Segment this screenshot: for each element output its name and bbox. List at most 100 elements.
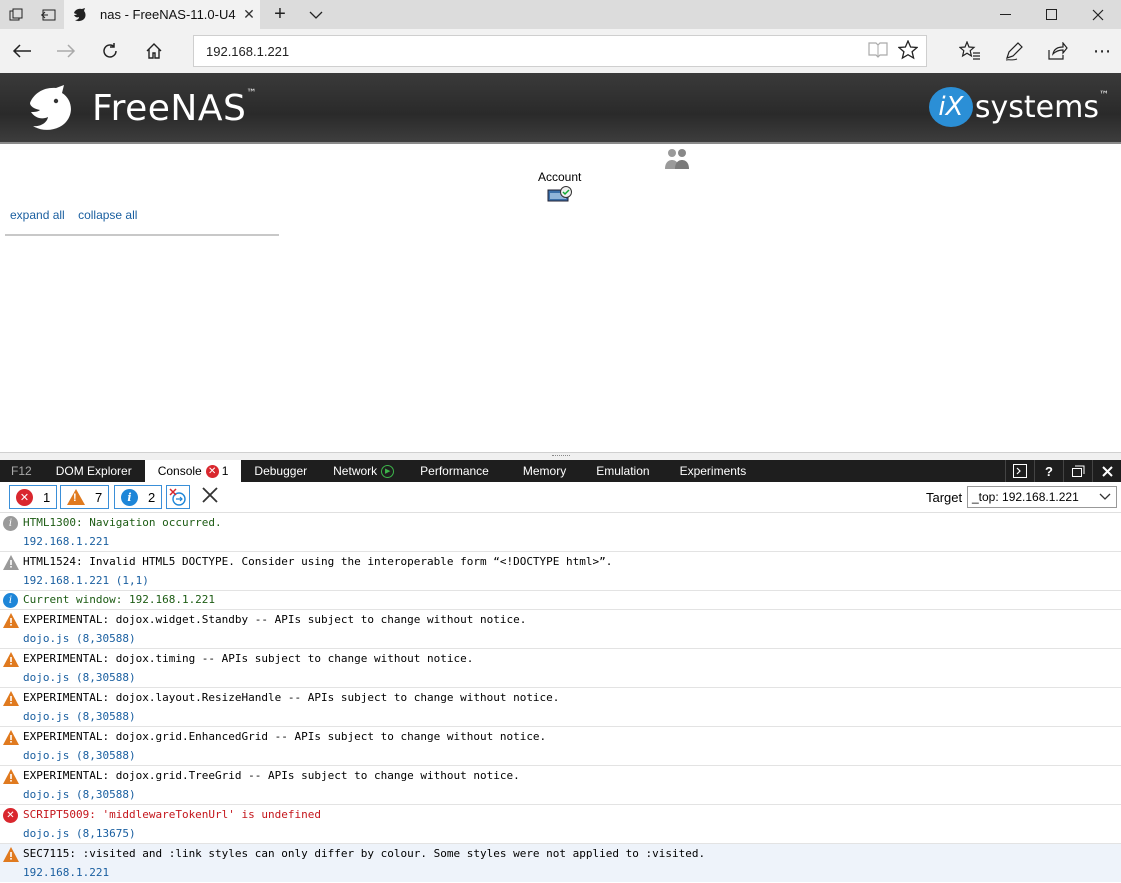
account-label: Account (538, 170, 582, 184)
favorites-hub-icon[interactable] (948, 29, 992, 73)
refresh-icon[interactable] (88, 29, 132, 73)
ix-mark: iX (928, 87, 973, 127)
account-icon (547, 186, 572, 202)
warning-triangle-icon (3, 652, 19, 667)
message-text: EXPERIMENTAL: dojox.layout.ResizeHandle … (23, 691, 560, 704)
info-icon: i (121, 488, 138, 506)
message-source-link[interactable]: dojo.js (8,13675) (23, 827, 136, 840)
tab-list-chevron-icon[interactable] (300, 0, 332, 29)
share-icon[interactable] (1036, 29, 1080, 73)
tab-close-icon[interactable]: ✕ (238, 6, 260, 23)
collapse-all-link[interactable]: collapse all (78, 208, 137, 222)
more-ellipsis-icon[interactable]: ⋯ (1080, 29, 1121, 73)
maximize-icon[interactable] (1029, 0, 1075, 29)
freenas-header: FreeNAS™ iX systems™ (0, 73, 1121, 144)
clear-on-navigate-icon (169, 488, 186, 506)
target-value: _top: 192.168.1.221 (972, 490, 1079, 504)
message-text: Current window: 192.168.1.221 (23, 593, 216, 606)
warning-triangle-icon (3, 613, 19, 628)
message-text: EXPERIMENTAL: dojox.grid.TreeGrid -- API… (23, 769, 520, 782)
address-bar[interactable]: 192.168.1.221 (193, 35, 927, 67)
message-source-link[interactable]: 192.168.1.221 (23, 535, 109, 548)
warning-triangle-icon (3, 769, 19, 784)
undock-icon[interactable] (1063, 460, 1092, 482)
console-toolbar: ✕ 1 ! 7 i 2 Target _top: 192.168.1.221 (0, 482, 1121, 513)
filter-warnings-count: 7 (95, 489, 103, 505)
console-message: ✕ SCRIPT5009: 'middlewareTokenUrl' is un… (0, 805, 1121, 844)
freenas-favicon-icon (72, 7, 88, 23)
devtools-splitter[interactable] (0, 452, 1121, 460)
tab-experiments[interactable]: Experiments (668, 460, 759, 482)
reading-view-icon[interactable] (868, 40, 888, 65)
freenas-logo: FreeNAS™ (26, 85, 257, 131)
warning-triangle-icon (3, 847, 19, 862)
tree-controls: expand all collapse all (10, 208, 147, 222)
target-select[interactable]: _top: 192.168.1.221 (967, 486, 1117, 508)
set-aside-tabs-icon[interactable] (32, 0, 64, 29)
tab-network[interactable]: Network ▶ (320, 460, 407, 482)
message-text: HTML1524: Invalid HTML5 DOCTYPE. Conside… (23, 555, 613, 568)
chevron-down-icon (1099, 489, 1111, 504)
clear-on-navigate-button[interactable] (166, 485, 190, 509)
message-text: EXPERIMENTAL: dojox.grid.EnhancedGrid --… (23, 730, 547, 743)
tab-debugger[interactable]: Debugger (241, 460, 320, 482)
expand-all-link[interactable]: expand all (10, 208, 65, 222)
users-group-icon[interactable] (664, 148, 690, 170)
console-message: i HTML1300: Navigation occurred. 192.168… (0, 513, 1121, 552)
message-text: SCRIPT5009: 'middlewareTokenUrl' is unde… (23, 808, 322, 821)
tab-manager-icon[interactable] (0, 0, 32, 29)
console-message: SEC7115: :visited and :link styles can o… (0, 844, 1121, 882)
favorite-star-icon[interactable] (897, 39, 919, 65)
message-source-link[interactable]: dojo.js (8,30588) (23, 671, 136, 684)
tab-network-label: Network (333, 464, 378, 478)
browser-title-bar: nas - FreeNAS-11.0-U4 ✕ + (0, 0, 1121, 29)
new-tab-icon[interactable]: + (260, 0, 300, 29)
message-text: EXPERIMENTAL: dojox.timing -- APIs subje… (23, 652, 474, 665)
web-note-pen-icon[interactable] (992, 29, 1036, 73)
message-source-link[interactable]: dojo.js (8,30588) (23, 749, 136, 762)
forward-arrow-icon[interactable] (44, 29, 88, 73)
warning-triangle-icon (3, 691, 19, 706)
filter-warnings-button[interactable]: ! 7 (60, 485, 110, 509)
page-content: Account expand all collapse all (0, 146, 1121, 452)
account-menu-item[interactable]: Account (538, 170, 581, 202)
message-source-link[interactable]: dojo.js (8,30588) (23, 710, 136, 723)
minimize-icon[interactable] (983, 0, 1029, 29)
message-source-link[interactable]: 192.168.1.221 (1,1) (23, 574, 149, 587)
tab-emulation[interactable]: Emulation (584, 460, 667, 482)
warning-triangle-icon (3, 555, 19, 570)
message-text: EXPERIMENTAL: dojox.widget.Standby -- AP… (23, 613, 527, 626)
splitter-grip[interactable] (552, 455, 570, 457)
error-x-icon: ✕ (205, 464, 219, 478)
home-icon[interactable] (132, 29, 176, 73)
address-text: 192.168.1.221 (206, 43, 290, 59)
tab-dom-explorer[interactable]: DOM Explorer (43, 460, 145, 482)
error-x-icon: ✕ (3, 808, 18, 823)
clear-console-icon[interactable] (202, 486, 218, 509)
message-source-link[interactable]: dojo.js (8,30588) (23, 632, 136, 645)
close-devtools-icon[interactable] (1092, 460, 1121, 482)
tab-title: nas - FreeNAS-11.0-U4 (100, 7, 236, 22)
console-prompt-icon[interactable] (1005, 460, 1034, 482)
filter-errors-button[interactable]: ✕ 1 (9, 485, 58, 509)
info-icon: i (3, 516, 18, 531)
devtools-tab-bar: F12 DOM Explorer Console ✕ 1 Debugger Ne… (0, 460, 1121, 482)
error-x-icon: ✕ (16, 488, 33, 506)
filter-messages-button[interactable]: i 2 (114, 485, 163, 509)
browser-nav-bar: 192.168.1.221 ⋯ (0, 29, 1121, 73)
console-message: EXPERIMENTAL: dojox.layout.ResizeHandle … (0, 688, 1121, 727)
tab-performance[interactable]: Performance (407, 460, 511, 482)
tab-console-error-count: 1 (221, 464, 229, 478)
message-source-link[interactable]: dojo.js (8,30588) (23, 788, 136, 801)
console-message: HTML1524: Invalid HTML5 DOCTYPE. Conside… (0, 552, 1121, 591)
filter-errors-count: 1 (43, 489, 51, 505)
back-arrow-icon[interactable] (0, 29, 44, 73)
close-window-icon[interactable] (1075, 0, 1121, 29)
tab-memory[interactable]: Memory (511, 460, 584, 482)
help-icon[interactable]: ? (1034, 460, 1063, 482)
tab-console[interactable]: Console ✕ 1 (144, 460, 242, 482)
record-play-icon: ▶ (381, 464, 395, 478)
ixsystems-logo: iX systems™ (928, 87, 1109, 127)
message-source-link[interactable]: 192.168.1.221 (23, 866, 109, 879)
browser-tab-active[interactable]: nas - FreeNAS-11.0-U4 ✕ (64, 0, 260, 29)
